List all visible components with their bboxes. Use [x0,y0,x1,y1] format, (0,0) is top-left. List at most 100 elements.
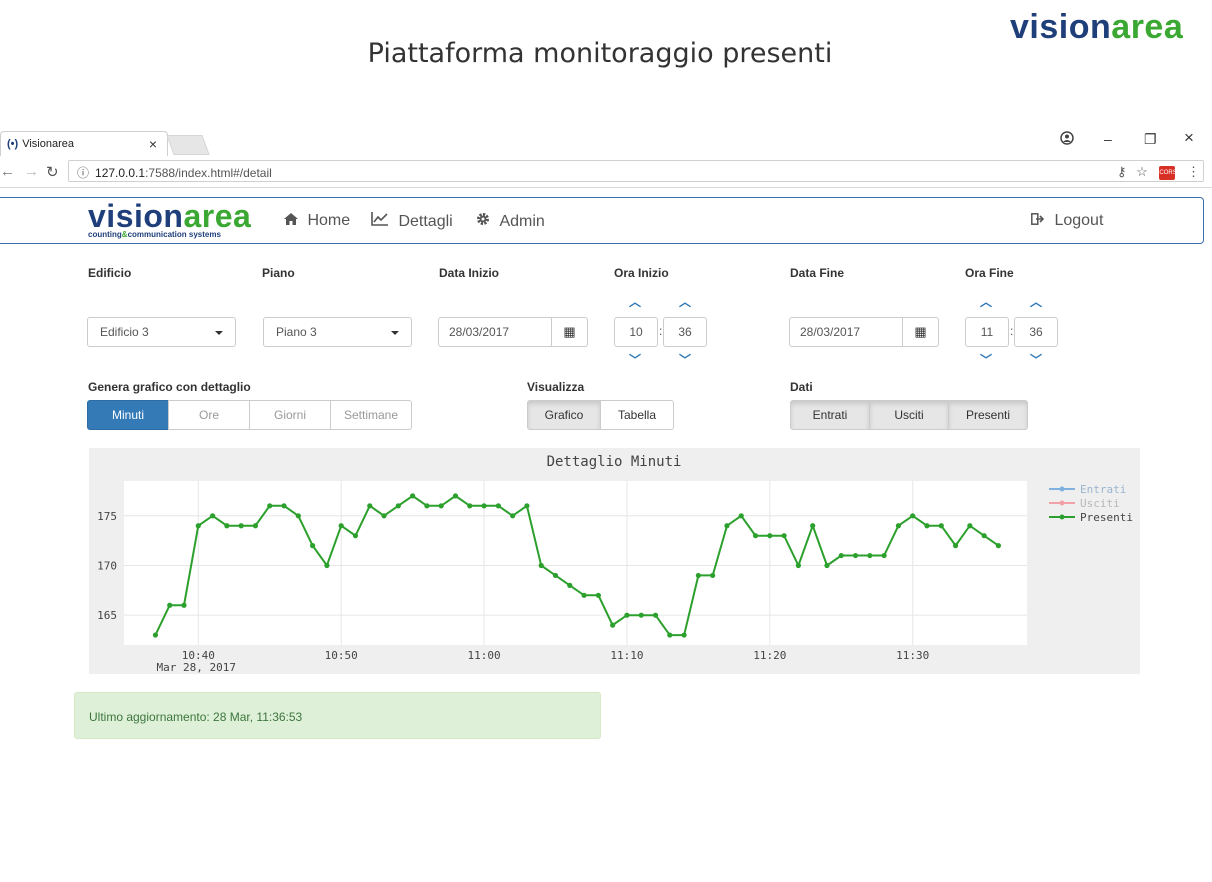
edificio-value: Edificio 3 [100,325,149,339]
hour-up-icon[interactable]: ︿ [976,293,996,310]
minute-down-icon[interactable]: ﹀ [675,351,695,368]
presenti-point [452,493,459,499]
calendar-icon[interactable]: ▦ [552,317,588,347]
presenti-point [924,523,930,529]
url-field[interactable]: ⓘ 127.0.0.1:7588/index.html#/detail [68,160,1204,182]
ora-fine-minute[interactable]: 36 [1014,317,1058,347]
ore-button[interactable]: Ore [168,400,250,430]
window-close-icon[interactable]: × [1184,128,1194,148]
nav-home[interactable]: Home [284,212,350,230]
presenti-point [852,552,859,559]
presenti-point [281,503,287,509]
presenti-point [838,552,844,559]
minuti-button[interactable]: Minuti [87,400,169,430]
page: visionarea Piattaforma monitoraggio pres… [0,0,1212,882]
browser-tab-bar: (•) Visionarea × [0,128,1212,156]
x-tick-label: 11:10 [610,649,643,662]
presenti-point [995,543,1002,549]
minute-up-icon[interactable]: ︿ [675,293,695,310]
legend-label-entrati: Entrati [1080,483,1126,496]
presenti-point [767,533,773,539]
nav-admin[interactable]: Admin [476,212,545,231]
dati-label: Dati [790,380,813,394]
hour-down-icon[interactable]: ﹀ [625,351,645,368]
slide-title: Piattaforma monitoraggio presenti [367,38,833,69]
legend-swatch-marker [1059,514,1065,520]
nav-dettagli[interactable]: Dettagli [371,212,453,231]
presenti-point [881,552,887,559]
browser-tab[interactable]: (•) Visionarea × [0,131,168,156]
star-icon[interactable]: ☆ [1136,164,1148,179]
last-update-alert: Ultimo aggiornamento: 28 Mar, 11:36:53 [74,692,601,739]
hour-down-icon[interactable]: ﹀ [976,351,996,368]
url-path: :7588/index.html#/detail [145,166,272,180]
menu-icon[interactable]: ⋮ [1187,164,1200,179]
edificio-select[interactable]: Edificio 3 [87,317,236,347]
piano-label: Piano [262,266,295,280]
presenti-point [195,523,201,529]
presenti-point [610,622,616,628]
presenti-button[interactable]: Presenti [948,400,1028,430]
plot-area [124,481,1027,645]
settimane-button[interactable]: Settimane [330,400,412,430]
extension-icon[interactable]: CORS [1159,165,1177,180]
tab-close-icon[interactable]: × [149,136,157,152]
minute-up-icon[interactable]: ︿ [1026,293,1046,310]
back-icon[interactable]: ← [0,163,15,180]
dati-button-group: Entrati Usciti Presenti [790,400,1028,430]
data-inizio-input[interactable]: 28/03/2017 [438,317,552,347]
nav-logout[interactable]: Logout [1031,212,1103,230]
ora-fine-hour[interactable]: 11 [965,317,1009,347]
data-fine-input[interactable]: 28/03/2017 [789,317,903,347]
ora-inizio-minute[interactable]: 36 [663,317,707,347]
presenti-point [724,523,730,529]
key-icon[interactable]: ⚷ [1117,164,1127,179]
presenti-point [367,503,373,509]
data-inizio-label: Data Inizio [439,266,500,280]
line-chart: Dettaglio Minuti16517017510:40Mar 28, 20… [97,454,1133,674]
hour-up-icon[interactable]: ︿ [625,293,645,310]
presenti-point [695,572,701,579]
tabella-button[interactable]: Tabella [600,400,674,430]
presenti-point [952,543,959,549]
giorni-button[interactable]: Giorni [249,400,331,430]
presenti-point [181,602,187,608]
presenti-point [395,503,401,509]
visionarea-favicon-icon: (•) [7,138,19,150]
forward-icon[interactable]: → [24,163,39,180]
ora-inizio-hour[interactable]: 10 [614,317,658,347]
logout-icon [1031,212,1049,229]
app-logo[interactable]: visionarea counting&communication system… [88,200,251,239]
presenti-point [238,523,244,529]
reload-icon[interactable]: ↻ [46,163,59,181]
time-separator: : [659,324,663,338]
piano-select[interactable]: Piano 3 [263,317,412,347]
presenti-point [295,513,301,519]
presenti-point [595,592,601,598]
usciti-button[interactable]: Usciti [869,400,949,430]
minimize-icon[interactable]: – [1104,131,1112,147]
presenti-point [795,562,801,569]
data-fine-label: Data Fine [790,266,845,280]
presenti-point [381,513,387,519]
presenti-point [310,543,316,549]
grafico-button[interactable]: Grafico [527,400,601,430]
site-info-icon[interactable]: ⓘ [77,166,89,180]
restore-icon[interactable]: ❐ [1144,131,1157,148]
address-bar-icons: ⚷ ☆ CORS ⋮ [1117,164,1200,180]
presenti-point [781,533,787,539]
presenti-point [638,612,644,618]
entrati-button[interactable]: Entrati [790,400,870,430]
new-tab-button[interactable] [166,135,210,155]
caret-down-icon [215,331,223,335]
edificio-label: Edificio [88,266,132,280]
visualizza-button-group: Grafico Tabella [527,400,674,430]
presenti-point [252,523,259,529]
minute-down-icon[interactable]: ﹀ [1026,351,1046,368]
legend-swatch-marker [1059,500,1065,506]
presenti-point [152,632,159,638]
profile-icon[interactable] [1060,131,1074,148]
presenti-point [167,602,173,608]
presenti-point [752,533,759,539]
calendar-icon[interactable]: ▦ [903,317,939,347]
